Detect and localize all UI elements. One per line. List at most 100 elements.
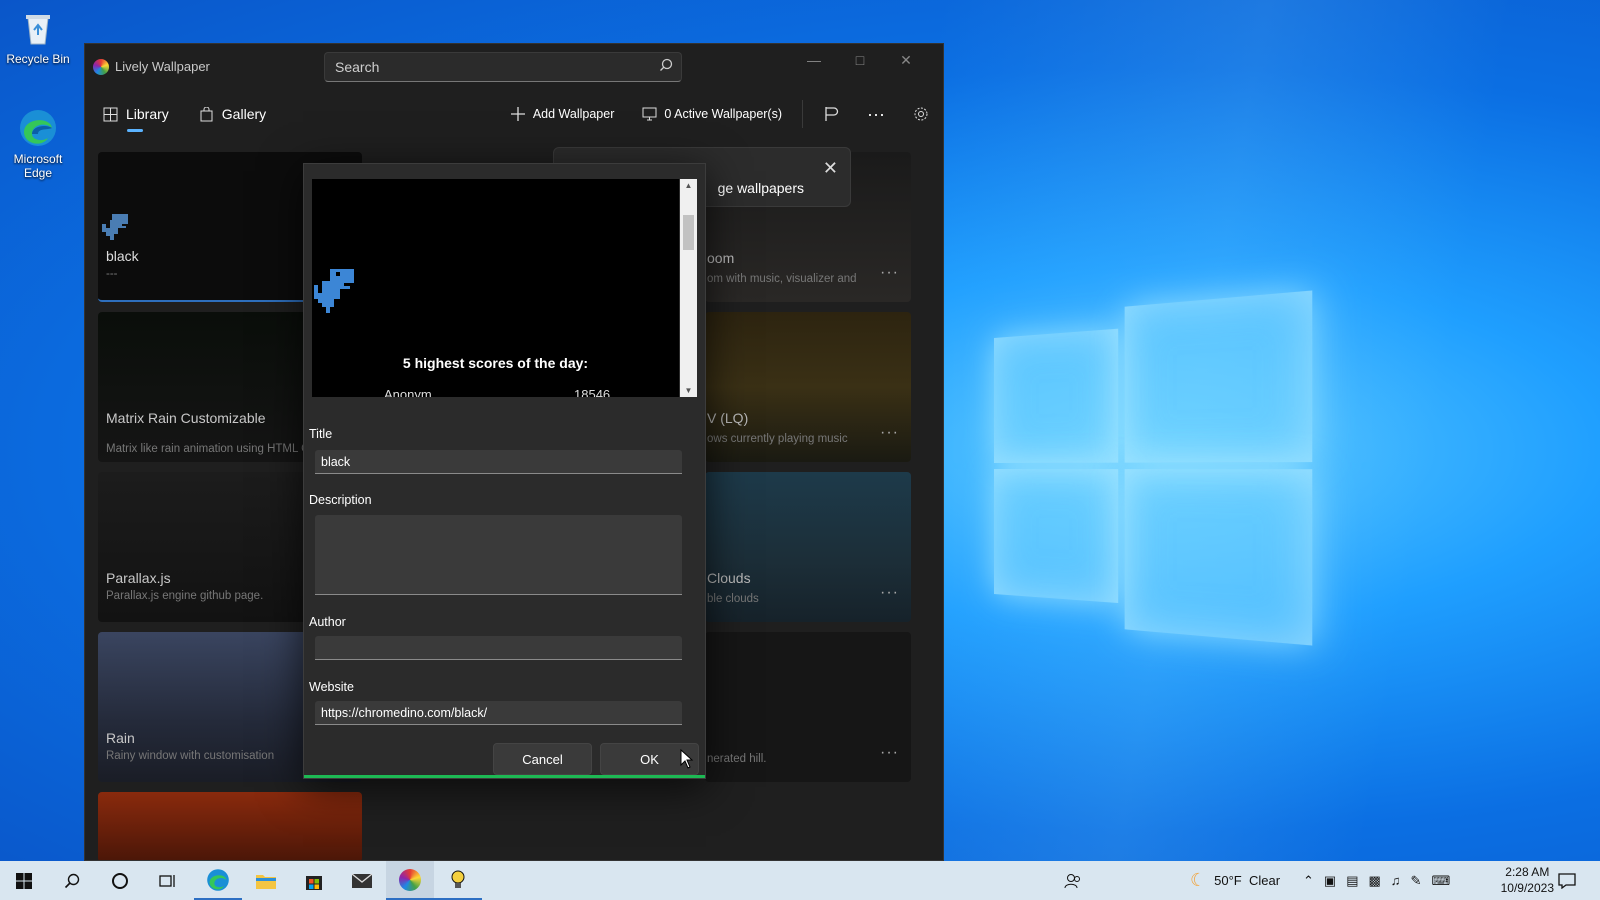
author-label: Author bbox=[309, 615, 346, 629]
edge-icon bbox=[207, 868, 229, 891]
more-options-button[interactable]: ··· bbox=[853, 94, 899, 134]
card-more-icon[interactable]: ··· bbox=[880, 424, 899, 442]
weather-text: 50°F Clear bbox=[1214, 873, 1281, 888]
scroll-down-icon[interactable]: ▼ bbox=[680, 386, 697, 395]
flag-button[interactable] bbox=[809, 94, 853, 134]
plus-icon bbox=[510, 107, 525, 121]
shopping-bag-icon bbox=[200, 106, 213, 121]
progress-bar bbox=[304, 775, 705, 778]
taskbar-search-button[interactable] bbox=[48, 861, 96, 900]
task-view-button[interactable] bbox=[144, 861, 192, 900]
keyboard-icon[interactable]: ⌨ bbox=[1431, 873, 1450, 889]
mouse-cursor-icon bbox=[680, 749, 694, 769]
lively-wallpaper-window: Lively Wallpaper — □ ✕ Library Gallery A… bbox=[84, 43, 944, 861]
search-input[interactable] bbox=[325, 59, 651, 75]
add-wallpaper-button[interactable]: Add Wallpaper bbox=[496, 94, 629, 134]
search-icon[interactable] bbox=[651, 58, 681, 77]
people-button[interactable] bbox=[1064, 861, 1082, 900]
settings-button[interactable] bbox=[899, 94, 943, 134]
notification-center-button[interactable] bbox=[1558, 861, 1576, 900]
wallpaper-card-partial[interactable] bbox=[98, 792, 362, 860]
maximize-button[interactable]: □ bbox=[837, 44, 883, 76]
nav-separator bbox=[802, 100, 804, 128]
search-icon bbox=[64, 873, 80, 888]
dino-icon bbox=[102, 214, 128, 240]
nav-bar: Library Gallery Add Wallpaper 0 Active W… bbox=[85, 89, 943, 139]
taskbar-lively-wallpaper[interactable] bbox=[386, 861, 434, 900]
card-more-icon[interactable]: ··· bbox=[880, 584, 899, 602]
volume-muted-icon[interactable]: ♫ bbox=[1391, 873, 1401, 888]
flag-icon bbox=[825, 107, 839, 121]
title-field[interactable] bbox=[315, 450, 682, 474]
card-more-icon[interactable]: ··· bbox=[880, 744, 899, 762]
tab-library[interactable]: Library bbox=[103, 94, 169, 134]
close-window-button[interactable]: ✕ bbox=[883, 44, 929, 76]
scroll-thumb[interactable] bbox=[683, 215, 694, 250]
app-title: Lively Wallpaper bbox=[115, 59, 210, 74]
title-label: Title bbox=[309, 427, 333, 441]
system-tray: ⌃ ▣ ▤ ▩ ♫ ✎ ⌨ bbox=[1303, 861, 1450, 900]
mail-icon bbox=[351, 872, 373, 888]
taskbar: ☾ 50°F Clear ⌃ ▣ ▤ ▩ ♫ ✎ ⌨ 2:28 AM 10/9/… bbox=[0, 861, 1600, 900]
lightbulb-icon bbox=[451, 870, 465, 888]
search-box[interactable] bbox=[324, 52, 682, 82]
wallpaper-preview: 5 highest scores of the day: Anonym 1854… bbox=[312, 179, 679, 397]
network-icon[interactable]: ▩ bbox=[1369, 873, 1381, 889]
taskbar-edge[interactable] bbox=[194, 861, 242, 900]
website-field[interactable] bbox=[315, 701, 682, 725]
taskbar-file-explorer[interactable] bbox=[242, 861, 290, 900]
minimize-button[interactable]: — bbox=[791, 44, 837, 76]
wallpaper-card-tv[interactable]: V (LQ) ows currently playing music ··· bbox=[705, 312, 911, 462]
description-label: Description bbox=[309, 493, 372, 507]
edge-icon bbox=[18, 108, 58, 148]
taskbar-store[interactable] bbox=[290, 861, 338, 900]
website-label: Website bbox=[309, 680, 354, 694]
desktop-icon-recycle-bin[interactable]: Recycle Bin bbox=[0, 8, 76, 66]
cortana-button[interactable] bbox=[96, 861, 144, 900]
tip-close-icon[interactable]: ✕ bbox=[823, 158, 838, 179]
title-bar: Lively Wallpaper — □ ✕ bbox=[85, 44, 943, 89]
cortana-icon bbox=[112, 872, 128, 889]
notification-icon bbox=[1558, 872, 1576, 889]
start-button[interactable] bbox=[0, 861, 48, 900]
score-value: 18546 bbox=[574, 387, 611, 397]
wallpaper-card-clouds[interactable]: Clouds ble clouds ··· bbox=[705, 472, 911, 622]
taskbar-tips[interactable] bbox=[434, 861, 482, 900]
task-view-icon bbox=[159, 874, 175, 887]
lively-logo-icon bbox=[399, 868, 421, 891]
more-icon: ··· bbox=[867, 103, 885, 124]
dino-icon bbox=[314, 269, 354, 313]
active-tab-indicator bbox=[127, 129, 143, 132]
folder-icon bbox=[256, 874, 276, 889]
windows-logo-wallpaper bbox=[994, 290, 1313, 646]
chevron-up-icon[interactable]: ⌃ bbox=[1303, 873, 1314, 889]
recycle-bin-icon bbox=[18, 8, 58, 48]
tab-gallery[interactable]: Gallery bbox=[199, 94, 266, 134]
card-more-icon[interactable]: ··· bbox=[880, 264, 899, 282]
desktop-icon-edge[interactable]: Microsoft Edge bbox=[0, 108, 76, 180]
meet-now-icon[interactable]: ▣ bbox=[1324, 873, 1336, 889]
windows-start-icon bbox=[16, 872, 32, 889]
author-field[interactable] bbox=[315, 636, 682, 660]
cancel-button[interactable]: Cancel bbox=[493, 743, 592, 775]
weather-widget[interactable]: ☾ 50°F Clear bbox=[1190, 861, 1280, 900]
gear-icon bbox=[914, 107, 928, 121]
score-name: Anonym bbox=[384, 387, 432, 397]
clock[interactable]: 2:28 AM 10/9/2023 bbox=[1501, 864, 1554, 896]
scores-title: 5 highest scores of the day: bbox=[402, 355, 589, 371]
monitor-icon bbox=[642, 107, 657, 121]
wallpaper-card-hill[interactable]: nerated hill. ··· bbox=[705, 632, 911, 782]
pen-icon[interactable]: ✎ bbox=[1411, 873, 1422, 889]
description-field[interactable] bbox=[315, 515, 682, 595]
taskbar-mail[interactable] bbox=[338, 861, 386, 900]
scroll-up-icon[interactable]: ▲ bbox=[680, 181, 697, 190]
preview-scrollbar[interactable]: ▲ ▼ bbox=[680, 179, 697, 397]
store-icon bbox=[306, 875, 322, 890]
people-icon bbox=[1064, 873, 1080, 888]
edit-wallpaper-dialog: 5 highest scores of the day: Anonym 1854… bbox=[303, 163, 706, 779]
security-icon[interactable]: ▤ bbox=[1346, 873, 1358, 889]
active-wallpapers-button[interactable]: 0 Active Wallpaper(s) bbox=[628, 94, 796, 134]
lively-logo-icon bbox=[93, 58, 109, 75]
grid-icon bbox=[103, 107, 118, 121]
moon-icon: ☾ bbox=[1190, 870, 1207, 890]
